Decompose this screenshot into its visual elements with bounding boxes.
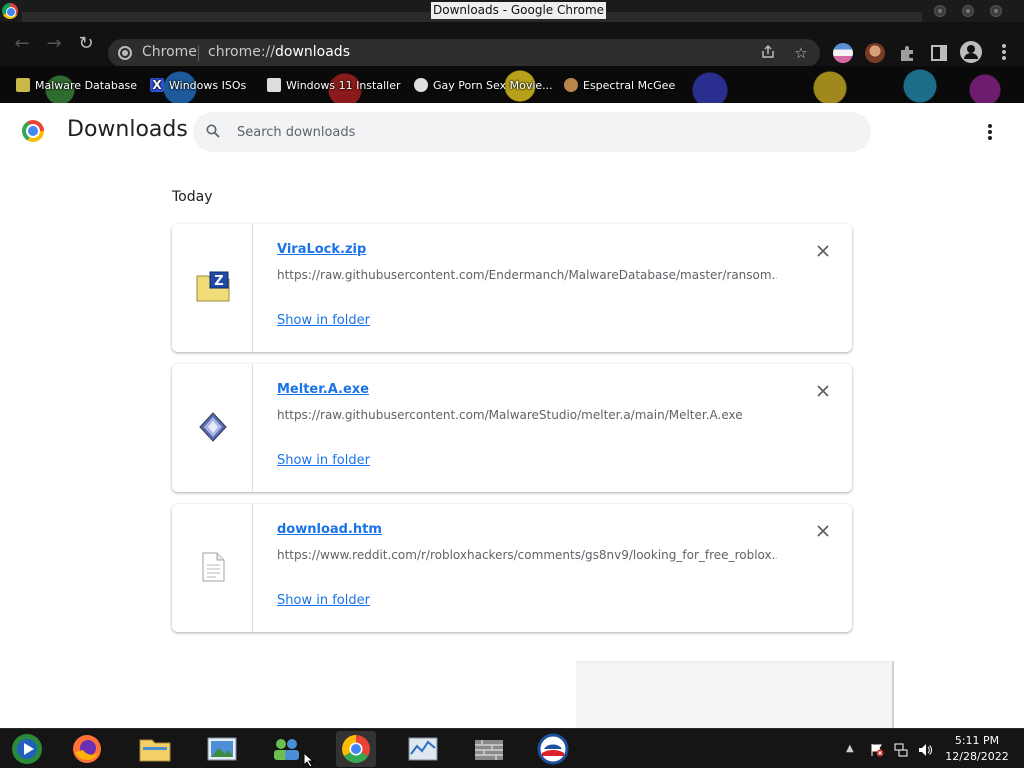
svg-text:Z: Z: [214, 274, 223, 289]
forward-icon[interactable]: →: [40, 30, 68, 58]
file-icon-column: Z: [172, 224, 253, 352]
clock-time: 5:11 PM: [954, 734, 1000, 747]
windows-media-center-icon[interactable]: [10, 732, 44, 766]
clock-date: 12/28/2022: [945, 750, 1009, 763]
extension-avatar-icon[interactable]: [865, 43, 885, 63]
notification-toast: [576, 661, 894, 728]
bookmark-label: Gay Porn Sex Movie...: [433, 78, 553, 92]
bookmark-label: Windows ISOs: [169, 78, 247, 92]
site-chip: Chrome: [142, 44, 197, 60]
more-actions-icon[interactable]: [980, 121, 1000, 143]
file-name-link[interactable]: download.htm: [277, 522, 382, 537]
profile-flag-icon[interactable]: [833, 43, 853, 63]
url-text[interactable]: chrome://downloads: [208, 44, 350, 60]
bookmarks-bar: Malware Database X Windows ISOs Windows …: [0, 66, 1024, 103]
mouse-cursor-icon: [303, 752, 315, 768]
profile-icon[interactable]: [960, 41, 982, 63]
bookmark-malware-database[interactable]: Malware Database: [16, 75, 137, 95]
bookmark-windows-isos[interactable]: X Windows ISOs: [150, 75, 246, 95]
chrome-icon[interactable]: [336, 731, 376, 767]
show-in-folder-link[interactable]: Show in folder: [277, 453, 370, 468]
system-clock[interactable]: 5:11 PM 12/28/2022: [936, 733, 1018, 765]
search-icon[interactable]: [206, 124, 220, 138]
download-item: Melter.A.exe https://raw.githubuserconte…: [172, 364, 852, 492]
page-title: Downloads: [67, 117, 188, 142]
bookmark-movie-site[interactable]: Gay Porn Sex Movie...: [414, 75, 553, 95]
zip-folder-icon: Z: [196, 271, 230, 302]
close-icon[interactable]: [815, 383, 831, 399]
file-icon-column: [172, 504, 253, 632]
task-manager-icon[interactable]: [406, 732, 440, 766]
document-icon: [202, 552, 225, 582]
chrome-menu-icon[interactable]: [994, 42, 1014, 62]
obama-logo-icon[interactable]: [536, 732, 570, 766]
firewall-icon[interactable]: [472, 732, 506, 766]
maximize-button[interactable]: [962, 5, 974, 17]
url-scheme: chrome://: [208, 44, 275, 60]
close-window-button[interactable]: [990, 5, 1002, 17]
chrome-logo-icon: [22, 120, 44, 142]
skull-icon: [414, 78, 428, 92]
file-url[interactable]: https://raw.githubusercontent.com/Enderm…: [277, 268, 777, 282]
address-separator: [198, 46, 199, 61]
volume-icon[interactable]: [918, 742, 932, 756]
file-icon-column: [172, 364, 253, 492]
window-title-bar: Downloads - Google Chrome: [0, 0, 1024, 22]
network-people-icon[interactable]: [269, 732, 303, 766]
download-item: download.htm https://www.reddit.com/r/ro…: [172, 504, 852, 632]
page-icon: [267, 78, 281, 92]
minimize-button[interactable]: [934, 5, 946, 17]
show-in-folder-link[interactable]: Show in folder: [277, 593, 370, 608]
share-icon[interactable]: [759, 44, 777, 62]
search-bar[interactable]: [193, 112, 871, 152]
bookmark-label: Espectral McGee: [583, 78, 676, 92]
show-hidden-icons-icon[interactable]: ▲: [846, 742, 860, 756]
url-host: downloads: [275, 44, 350, 60]
bookmark-windows-11-installer[interactable]: Windows 11 Installer: [267, 75, 401, 95]
chrome-app-icon[interactable]: [2, 3, 18, 19]
file-url[interactable]: https://raw.githubusercontent.com/Malwar…: [277, 408, 777, 422]
file-url[interactable]: https://www.reddit.com/r/robloxhackers/c…: [277, 548, 777, 562]
pawn-icon: [16, 78, 30, 92]
file-name-link[interactable]: ViraLock.zip: [277, 242, 366, 257]
window-title: Downloads - Google Chrome: [431, 2, 607, 19]
exe-diamond-icon: [199, 412, 227, 442]
reload-icon[interactable]: ↻: [72, 30, 100, 58]
bookmark-espectral-mcgee[interactable]: Espectral McGee: [564, 75, 675, 95]
network-icon[interactable]: [894, 742, 908, 757]
bookmark-label: Windows 11 Installer: [286, 78, 401, 92]
chrome-page-icon: [118, 46, 132, 60]
figure-icon: [564, 78, 578, 92]
date-heading: Today: [172, 189, 213, 205]
search-input[interactable]: [237, 120, 837, 144]
bookmark-star-icon[interactable]: ☆: [792, 44, 810, 62]
file-explorer-icon[interactable]: [138, 732, 172, 766]
bookmark-label: Malware Database: [35, 78, 138, 92]
address-bar[interactable]: Chrome chrome://downloads ☆: [108, 39, 820, 67]
downloads-header: Downloads: [0, 103, 1024, 159]
file-name-link[interactable]: Melter.A.exe: [277, 382, 369, 397]
side-panel-icon[interactable]: [929, 43, 949, 63]
show-in-folder-link[interactable]: Show in folder: [277, 313, 370, 328]
close-icon[interactable]: [815, 523, 831, 539]
close-icon[interactable]: [815, 243, 831, 259]
firefox-icon[interactable]: [70, 732, 104, 766]
back-icon[interactable]: ←: [8, 30, 36, 58]
download-item: Z ViraLock.zip https://raw.githubusercon…: [172, 224, 852, 352]
x-icon: X: [150, 78, 164, 92]
action-center-flag-icon[interactable]: [870, 742, 884, 757]
photo-viewer-icon[interactable]: [205, 732, 239, 766]
taskbar: ▲ 5:11 PM 12/28/2022: [0, 728, 1024, 768]
extensions-puzzle-icon[interactable]: [897, 43, 917, 63]
